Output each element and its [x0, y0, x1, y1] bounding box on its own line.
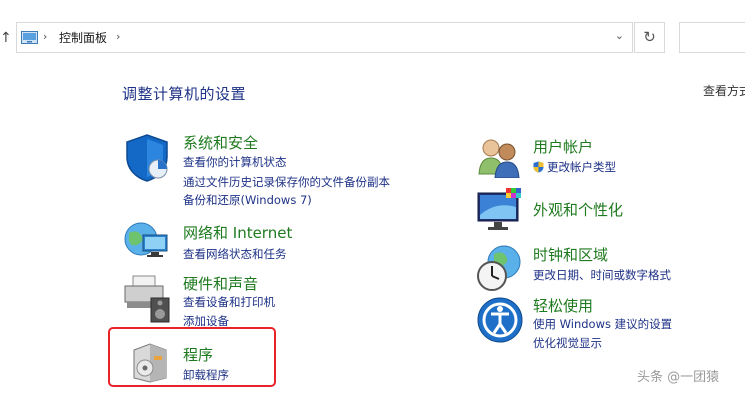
security-shield-icon[interactable] — [123, 133, 171, 183]
control-panel-icon — [21, 31, 38, 44]
users-icon[interactable] — [476, 136, 522, 178]
watermark-text: 头条 @一团猿 — [637, 370, 720, 385]
refresh-button[interactable]: ↻ — [634, 22, 665, 53]
breadcrumb-separator[interactable]: › — [116, 30, 120, 43]
chevron-down-icon[interactable]: ⌄ — [615, 29, 624, 42]
link-change-date-time-format[interactable]: 更改日期、时间或数字格式 — [533, 267, 671, 283]
printer-speaker-icon[interactable] — [123, 274, 173, 324]
appearance-monitor-icon[interactable] — [476, 187, 524, 233]
view-by-label[interactable]: 查看方式 — [703, 82, 745, 99]
programs-highlight-box — [108, 327, 276, 387]
link-network-status[interactable]: 查看网络状态和任务 — [183, 246, 287, 262]
page-title: 调整计算机的设置 — [122, 85, 247, 103]
uac-shield-icon — [533, 161, 544, 173]
category-title-clock-region[interactable]: 时钟和区域 — [533, 244, 608, 265]
category-title-user-accounts[interactable]: 用户帐户 — [533, 136, 593, 157]
address-bar[interactable]: › 控制面板 › ⌄ — [16, 22, 633, 53]
clock-globe-icon[interactable] — [476, 244, 524, 292]
link-optimize-visual-display[interactable]: 优化视觉显示 — [533, 335, 602, 351]
link-devices-printers[interactable]: 查看设备和打印机 — [183, 294, 275, 310]
category-title-ease-of-access[interactable]: 轻松使用 — [533, 295, 593, 316]
link-view-computer-status[interactable]: 查看你的计算机状态 — [183, 154, 287, 170]
link-backup-restore[interactable]: 备份和还原(Windows 7) — [183, 192, 312, 208]
ease-of-access-icon[interactable] — [476, 296, 524, 344]
up-arrow-icon[interactable]: ↑ — [0, 30, 12, 46]
link-file-history[interactable]: 通过文件历史记录保存你的文件备份副本 — [183, 174, 390, 190]
link-windows-recommended-settings[interactable]: 使用 Windows 建议的设置 — [533, 316, 672, 332]
link-change-account-type-label: 更改帐户类型 — [547, 160, 616, 174]
category-title-network[interactable]: 网络和 Internet — [183, 222, 292, 243]
search-input[interactable] — [679, 22, 745, 53]
category-title-system-security[interactable]: 系统和安全 — [183, 132, 258, 153]
network-globe-icon[interactable] — [123, 219, 171, 263]
category-title-appearance[interactable]: 外观和个性化 — [533, 199, 623, 220]
refresh-icon: ↻ — [643, 28, 656, 46]
breadcrumb-control-panel[interactable]: 控制面板 — [59, 29, 107, 46]
category-title-hardware[interactable]: 硬件和声音 — [183, 273, 258, 294]
breadcrumb-separator[interactable]: › — [43, 30, 47, 43]
address-bar-row: ↑ › 控制面板 › ⌄ ↻ — [0, 0, 745, 64]
link-change-account-type[interactable]: 更改帐户类型 — [533, 159, 616, 175]
